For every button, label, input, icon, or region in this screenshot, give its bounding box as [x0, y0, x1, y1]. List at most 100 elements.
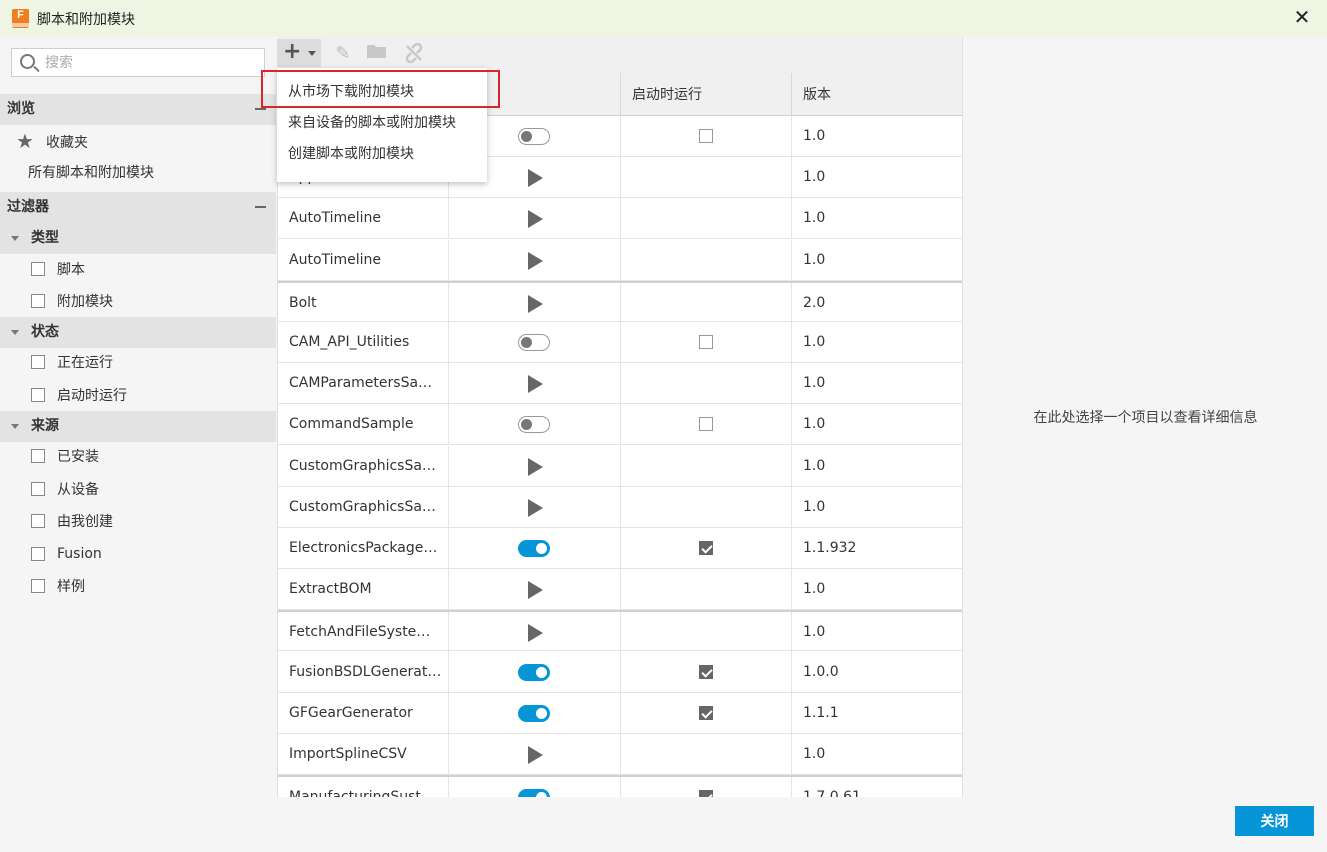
cell-run [449, 569, 621, 610]
table-row[interactable]: GFGearGenerator 1.1.1 [278, 693, 962, 734]
close-button[interactable]: 关闭 [1235, 806, 1314, 836]
run-toggle[interactable] [518, 540, 550, 557]
table-row[interactable]: CAM_API_Utilities 1.0 [278, 322, 962, 363]
run-on-startup-checkbox[interactable] [699, 335, 713, 349]
play-icon[interactable] [528, 210, 543, 228]
cell-run [449, 777, 621, 797]
filter-from-device[interactable]: 从设备 [31, 479, 99, 499]
cell-run-on-startup [621, 240, 792, 281]
table-row[interactable]: ImportSplineCSV 1.0 [278, 734, 962, 775]
folder-icon[interactable] [365, 42, 389, 66]
table-row[interactable]: FetchAndFileSyste… 1.0 [278, 610, 962, 653]
checkbox[interactable] [31, 294, 45, 308]
checkbox[interactable] [31, 514, 45, 528]
filter-group-type[interactable]: 类型 [0, 223, 276, 254]
filter-fusion[interactable]: Fusion [31, 544, 102, 564]
cell-run [449, 198, 621, 239]
table-row[interactable]: FusionBSDLGenerat… 1.0.0 [278, 652, 962, 693]
filter-samples[interactable]: 样例 [31, 576, 85, 596]
run-toggle[interactable] [518, 664, 550, 681]
fusion-app-icon: F [12, 9, 29, 28]
cell-version: 1.1.1 [803, 705, 839, 721]
table-row[interactable]: AutoTimeline 1.0 [278, 198, 962, 239]
checkbox[interactable] [31, 355, 45, 369]
run-toggle[interactable] [518, 128, 550, 145]
cell-run [449, 322, 621, 363]
collapse-icon[interactable] [255, 206, 266, 208]
cell-run [449, 363, 621, 404]
play-icon[interactable] [528, 252, 543, 270]
menu-item-create-new[interactable]: 创建脚本或附加模块 [277, 139, 487, 170]
filter-group-label: 状态 [31, 324, 59, 340]
table-row[interactable]: ExtractBOM 1.0 [278, 569, 962, 610]
run-toggle[interactable] [518, 416, 550, 433]
table-row[interactable]: CustomGraphicsSa… 1.0 [278, 446, 962, 487]
cell-run-on-startup [621, 157, 792, 198]
cell-version: 1.0.0 [803, 664, 839, 680]
nav-all-scripts[interactable]: 所有脚本和附加模块 [28, 162, 154, 182]
column-header-version[interactable]: 版本 [792, 73, 962, 116]
cell-version: 1.1.932 [803, 540, 857, 556]
filter-created-by-me[interactable]: 由我创建 [31, 511, 113, 531]
filter-group-source[interactable]: 来源 [0, 411, 276, 442]
nav-favorites[interactable]: 收藏夹 [46, 132, 88, 152]
filter-label: 从设备 [57, 482, 99, 498]
collapse-icon[interactable] [255, 108, 266, 110]
filter-label: 附加模块 [57, 294, 113, 310]
play-icon[interactable] [528, 581, 543, 599]
checkbox[interactable] [31, 388, 45, 402]
play-icon[interactable] [528, 169, 543, 187]
run-on-startup-checkbox[interactable] [699, 129, 713, 143]
filter-installed[interactable]: 已安装 [31, 446, 99, 466]
run-toggle[interactable] [518, 789, 550, 797]
caret-down-icon [308, 51, 316, 56]
play-icon[interactable] [528, 458, 543, 476]
run-on-startup-checkbox[interactable] [699, 417, 713, 431]
pencil-icon[interactable]: ✎ [331, 42, 355, 66]
table-row[interactable]: CustomGraphicsSa… 1.0 [278, 487, 962, 528]
table-row[interactable]: ElectronicsPackage… 1.1.932 [278, 528, 962, 569]
close-window-icon[interactable]: ✕ [1291, 6, 1313, 28]
filter-script[interactable]: 脚本 [31, 259, 85, 279]
checkbox[interactable] [31, 547, 45, 561]
cell-name: AutoTimeline [278, 240, 449, 281]
search-box[interactable] [11, 48, 265, 77]
table-row[interactable]: CommandSample 1.0 [278, 404, 962, 445]
run-on-startup-checkbox[interactable] [699, 790, 713, 797]
play-icon[interactable] [528, 295, 543, 313]
table-row[interactable]: Bolt 2.0 [278, 281, 962, 324]
browse-section-header[interactable]: 浏览 [0, 94, 276, 125]
run-on-startup-checkbox[interactable] [699, 706, 713, 720]
run-on-startup-checkbox[interactable] [699, 665, 713, 679]
cell-run [449, 734, 621, 775]
checkbox[interactable] [31, 579, 45, 593]
checkbox[interactable] [31, 262, 45, 276]
table-row[interactable]: CAMParametersSa… 1.0 [278, 363, 962, 404]
run-toggle[interactable] [518, 334, 550, 351]
run-toggle[interactable] [518, 705, 550, 722]
play-icon[interactable] [528, 624, 543, 642]
filter-run-on-startup[interactable]: 启动时运行 [31, 385, 127, 405]
filter-group-status[interactable]: 状态 [0, 317, 276, 348]
run-on-startup-checkbox[interactable] [699, 541, 713, 555]
cell-run-on-startup [621, 693, 792, 734]
table-row[interactable]: AutoTimeline 1.0 [278, 240, 962, 281]
play-icon[interactable] [528, 499, 543, 517]
table-row[interactable]: ManufacturingSust… 1.7.0.61 [278, 775, 962, 797]
unlink-icon[interactable] [402, 42, 426, 66]
filter-running[interactable]: 正在运行 [31, 352, 113, 372]
filter-section-header[interactable]: 过滤器 [0, 192, 276, 223]
checkbox[interactable] [31, 482, 45, 496]
add-dropdown-button[interactable]: + [277, 39, 321, 67]
cell-run [449, 693, 621, 734]
checkbox[interactable] [31, 449, 45, 463]
search-input[interactable] [45, 52, 255, 74]
cell-name: CommandSample [278, 404, 449, 445]
column-header-run-on-startup[interactable]: 启动时运行 [621, 73, 792, 116]
menu-item-download-from-store[interactable]: 从市场下载附加模块 [277, 77, 487, 108]
menu-item-from-device[interactable]: 来自设备的脚本或附加模块 [277, 108, 487, 139]
play-icon[interactable] [528, 746, 543, 764]
filter-addin[interactable]: 附加模块 [31, 291, 113, 311]
search-icon [20, 54, 35, 69]
play-icon[interactable] [528, 375, 543, 393]
